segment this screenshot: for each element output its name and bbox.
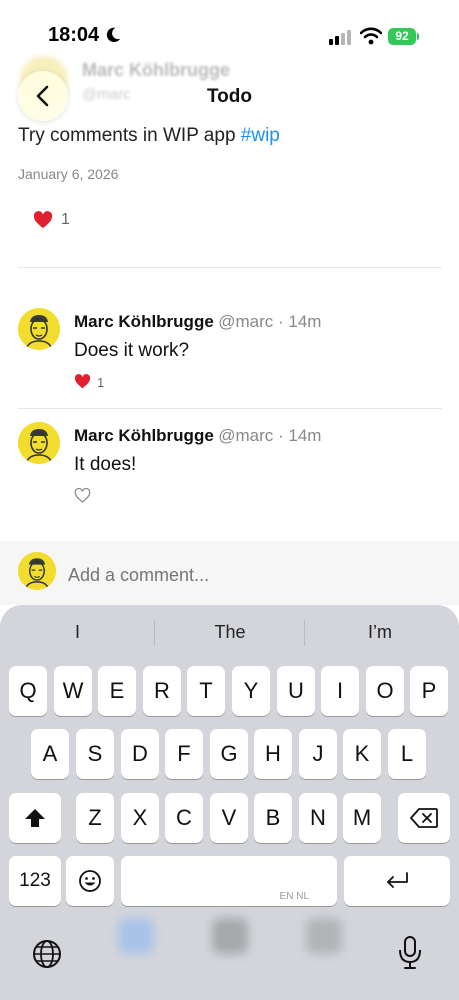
avatar[interactable] — [18, 422, 60, 464]
blurred-tab-icon — [118, 918, 154, 954]
key-g[interactable]: G — [210, 729, 248, 779]
key-p[interactable]: P — [410, 666, 448, 716]
key-v[interactable]: V — [210, 793, 248, 843]
backspace-key[interactable] — [398, 793, 450, 843]
key-c[interactable]: C — [165, 793, 203, 843]
avatar-portrait-icon — [18, 308, 60, 350]
globe-icon[interactable] — [31, 938, 63, 970]
numbers-key[interactable]: 123 — [9, 856, 61, 906]
emoji-icon — [79, 870, 101, 892]
moon-icon — [106, 27, 121, 43]
return-key[interactable] — [344, 856, 450, 906]
comment-body: It does! — [74, 454, 137, 475]
comment-header: Marc Köhlbrugge @marc · 14m — [74, 426, 321, 446]
post-text: Try comments in WIP app #wip — [18, 125, 280, 147]
key-z[interactable]: Z — [76, 793, 114, 843]
battery-tip — [417, 33, 419, 40]
key-i[interactable]: I — [321, 666, 359, 716]
wifi-icon — [360, 27, 382, 45]
key-h[interactable]: H — [254, 729, 292, 779]
backspace-icon — [410, 808, 438, 828]
comment-body: Does it work? — [74, 340, 190, 361]
header-author-name-blurred: Marc Köhlbrugge — [82, 60, 231, 80]
key-n[interactable]: N — [299, 793, 337, 843]
status-time: 18:04 — [48, 24, 100, 46]
divider — [18, 267, 442, 268]
comment-meta: @marc · 14m — [218, 312, 322, 331]
comment-input[interactable] — [68, 565, 428, 586]
key-y[interactable]: Y — [232, 666, 270, 716]
key-s[interactable]: S — [76, 729, 114, 779]
suggestion-3[interactable]: I’m — [305, 622, 455, 643]
post-like-count: 1 — [61, 211, 70, 228]
key-f[interactable]: F — [165, 729, 203, 779]
key-t[interactable]: T — [187, 666, 225, 716]
suggestion-2[interactable]: The — [155, 622, 305, 643]
key-e[interactable]: E — [98, 666, 136, 716]
keyboard-language-label: EN NL — [279, 891, 309, 902]
blurred-tab-icon — [306, 918, 342, 954]
key-u[interactable]: U — [277, 666, 315, 716]
shift-arrow-icon — [25, 809, 45, 827]
hashtag-link[interactable]: #wip — [241, 125, 280, 146]
key-r[interactable]: R — [143, 666, 181, 716]
microphone-icon[interactable] — [396, 935, 424, 971]
space-key[interactable]: EN NL — [121, 856, 337, 906]
shift-key[interactable] — [9, 793, 61, 843]
divider — [18, 408, 442, 409]
suggestion-1[interactable]: I — [0, 622, 155, 643]
key-x[interactable]: X — [121, 793, 159, 843]
key-q[interactable]: Q — [9, 666, 47, 716]
return-icon — [387, 872, 408, 888]
comment-like-count: 1 — [97, 375, 105, 390]
key-l[interactable]: L — [388, 729, 426, 779]
cellular-signal-icon — [329, 30, 351, 45]
comment-author-name[interactable]: Marc Köhlbrugge — [74, 312, 214, 331]
battery-indicator: 92 — [388, 28, 416, 45]
post-text-body: Try comments in WIP app — [18, 125, 241, 146]
key-o[interactable]: O — [366, 666, 404, 716]
avatar-portrait-icon — [18, 552, 56, 590]
key-a[interactable]: A — [31, 729, 69, 779]
composer-avatar — [18, 552, 56, 590]
key-k[interactable]: K — [343, 729, 381, 779]
heart-outline-icon[interactable] — [74, 488, 91, 503]
emoji-key[interactable] — [66, 856, 114, 906]
avatar[interactable] — [18, 308, 60, 350]
comment-meta: @marc · 14m — [218, 426, 322, 445]
battery-level: 92 — [395, 29, 409, 43]
key-d[interactable]: D — [121, 729, 159, 779]
key-j[interactable]: J — [299, 729, 337, 779]
key-m[interactable]: M — [343, 793, 381, 843]
post-date: January 6, 2026 — [18, 166, 119, 182]
page-title: Todo — [206, 86, 252, 107]
key-w[interactable]: W — [54, 666, 92, 716]
comment-author-name[interactable]: Marc Köhlbrugge — [74, 426, 214, 445]
heart-icon[interactable] — [74, 374, 91, 389]
blurred-tab-icon — [212, 918, 248, 954]
comment-header: Marc Köhlbrugge @marc · 14m — [74, 312, 321, 332]
heart-icon[interactable] — [33, 211, 53, 229]
avatar-portrait-icon — [18, 422, 60, 464]
key-b[interactable]: B — [254, 793, 292, 843]
